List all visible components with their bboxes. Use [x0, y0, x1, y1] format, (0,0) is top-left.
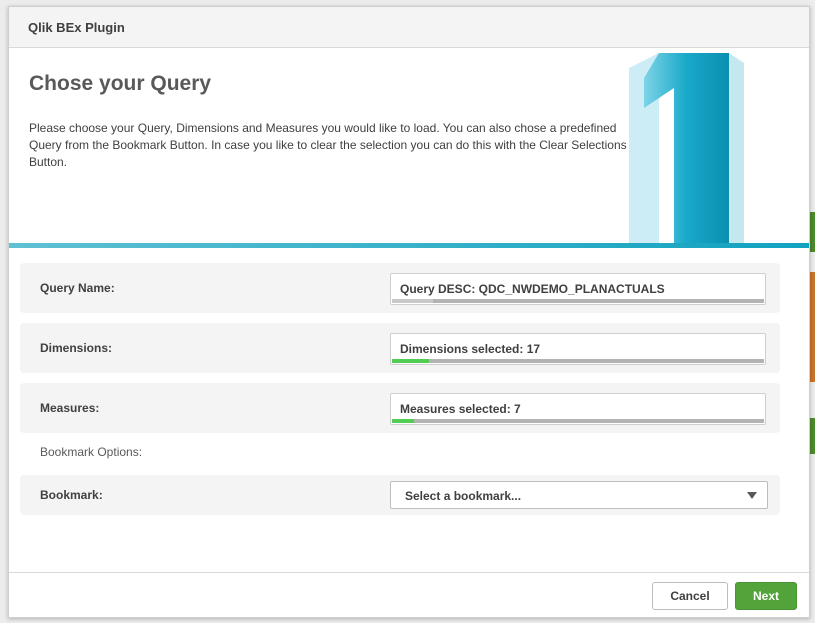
next-button[interactable]: Next: [735, 582, 797, 610]
query-value: Query DESC: QDC_NWDEMO_PLANACTUALS: [400, 282, 665, 296]
measures-progress-fill: [392, 419, 415, 423]
cancel-button[interactable]: Cancel: [652, 582, 728, 610]
dialog-title: Qlik BEx Plugin: [28, 19, 125, 35]
measures-row: Measures: Measures selected: 7: [20, 383, 780, 433]
selection-rows: Query Name: Query DESC: QDC_NWDEMO_PLANA…: [20, 263, 780, 525]
query-progress-bar: [392, 299, 764, 303]
dialog-footer: Cancel Next: [9, 572, 809, 617]
bookmark-row: Bookmark: Select a bookmark...: [20, 475, 780, 515]
bookmark-label: Bookmark:: [40, 488, 103, 502]
query-field[interactable]: Query DESC: QDC_NWDEMO_PLANACTUALS: [390, 273, 766, 305]
bookmark-select[interactable]: Select a bookmark...: [390, 481, 768, 509]
measures-progress-bar: [392, 419, 764, 423]
measures-label: Measures:: [40, 401, 100, 415]
query-row: Query Name: Query DESC: QDC_NWDEMO_PLANA…: [20, 263, 780, 313]
measures-field[interactable]: Measures selected: 7: [390, 393, 766, 425]
page-title: Chose your Query: [29, 72, 212, 95]
hero-divider: [9, 243, 809, 248]
query-progress-fill: [392, 299, 433, 303]
hero-section: Chose your Query Please choose your Quer…: [9, 48, 809, 248]
measures-value: Measures selected: 7: [400, 402, 521, 416]
dimensions-progress-bar: [392, 359, 764, 363]
page-description: Please choose your Query, Dimensions and…: [29, 121, 627, 169]
dimensions-row: Dimensions: Dimensions selected: 17: [20, 323, 780, 373]
dimensions-label: Dimensions:: [40, 341, 113, 355]
dimensions-progress-fill: [392, 359, 430, 363]
dialog-header: Qlik BEx Plugin: [9, 7, 809, 48]
bookmark-select-value: Select a bookmark...: [405, 489, 522, 503]
query-label: Query Name:: [40, 281, 115, 295]
bookmark-options-label: Bookmark Options:: [40, 445, 143, 459]
dimensions-field[interactable]: Dimensions selected: 17: [390, 333, 766, 365]
chevron-down-icon: [747, 492, 757, 499]
step-number-graphic: 1: [629, 53, 744, 248]
dimensions-value: Dimensions selected: 17: [400, 342, 541, 356]
